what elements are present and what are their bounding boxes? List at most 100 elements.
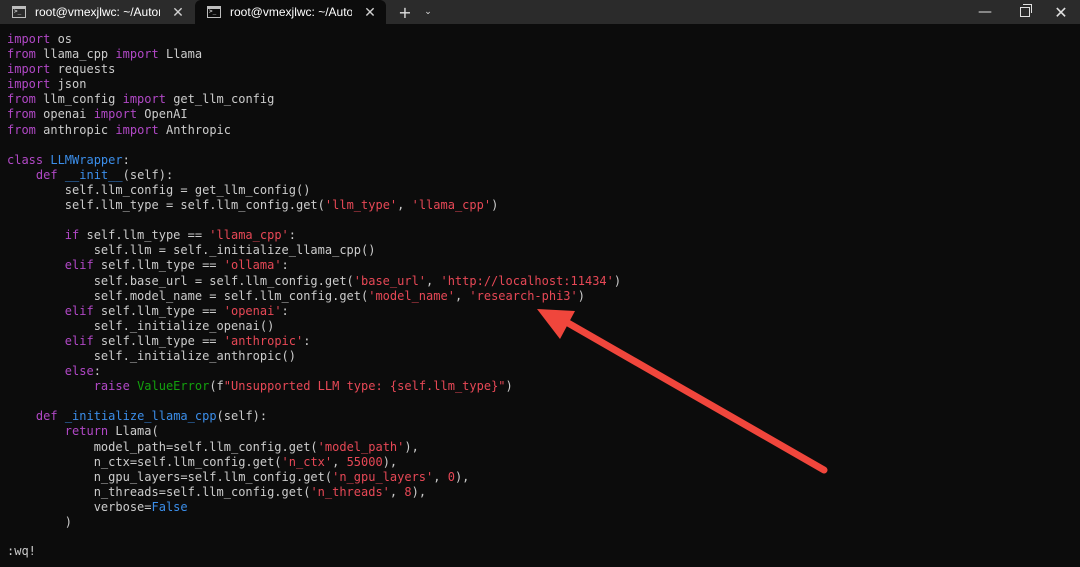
code-token: def bbox=[35, 167, 58, 182]
code-token: 'llama_cpp' bbox=[209, 228, 289, 243]
code-token: 'research-phi3' bbox=[469, 288, 578, 303]
code-line: raise ValueError(f"Unsupported LLM type:… bbox=[7, 379, 621, 394]
code-token: ) bbox=[505, 379, 513, 394]
code-token: , bbox=[389, 484, 405, 499]
code-line: self.base_url = self.llm_config.get('bas… bbox=[7, 274, 621, 289]
code-line: import json bbox=[7, 77, 621, 92]
code-token: ValueError bbox=[137, 379, 210, 394]
code-token: , bbox=[332, 454, 347, 469]
code-editor-buffer[interactable]: import os from llama_cpp import Llama impo… bbox=[7, 32, 621, 530]
code-line: ) bbox=[7, 515, 621, 530]
terminal-icon bbox=[12, 6, 26, 18]
code-token: : bbox=[288, 228, 297, 243]
code-line: self.model_name = self.llm_config.get('m… bbox=[7, 289, 621, 304]
code-token: ), bbox=[382, 454, 398, 469]
code-token: : bbox=[122, 152, 130, 167]
close-window-button[interactable]: ✕ bbox=[1046, 0, 1076, 24]
code-token: get_llm_config bbox=[165, 92, 275, 107]
code-token: Anthropic bbox=[158, 122, 231, 137]
tab-close-icon[interactable]: ✕ bbox=[168, 4, 188, 21]
code-token: 'anthropic' bbox=[223, 333, 304, 348]
code-token: def bbox=[35, 409, 58, 424]
code-line: def __init__(self): bbox=[7, 168, 621, 183]
code-token: self.llm_type == bbox=[93, 258, 224, 273]
code-token: from bbox=[7, 47, 36, 62]
code-token: n_ctx=self.llm_config.get( bbox=[7, 454, 282, 469]
code-token: 'base_url' bbox=[353, 273, 427, 288]
code-token: n_threads=self.llm_config.get( bbox=[7, 484, 311, 499]
code-token: 'n_threads' bbox=[310, 484, 390, 499]
code-line: n_threads=self.llm_config.get('n_threads… bbox=[7, 485, 621, 500]
code-token: 'openai' bbox=[223, 303, 282, 318]
code-token: import bbox=[115, 122, 159, 137]
code-line: n_gpu_layers=self.llm_config.get('n_gpu_… bbox=[7, 470, 621, 485]
code-token: 'model_path' bbox=[317, 439, 405, 454]
code-token: self._initialize_anthropic() bbox=[7, 348, 296, 363]
tab-terminal-2[interactable]: root@vmexjlwc: ~/Automated ✕ bbox=[195, 0, 386, 24]
code-token: : bbox=[93, 364, 101, 379]
code-token: from bbox=[7, 92, 36, 107]
code-token: import bbox=[122, 92, 166, 107]
restore-icon bbox=[1020, 4, 1032, 17]
code-token: verbose= bbox=[7, 499, 152, 514]
code-token: False bbox=[151, 499, 188, 514]
code-token: import bbox=[7, 32, 51, 46]
code-line: self.llm = self._initialize_llama_cpp() bbox=[7, 243, 621, 258]
code-token: json bbox=[50, 77, 87, 92]
code-line: from anthropic import Anthropic bbox=[7, 123, 621, 138]
code-token: self.llm_type == bbox=[93, 333, 224, 348]
code-token: self.llm = self._initialize_llama_cpp() bbox=[7, 243, 376, 258]
chevron-down-icon[interactable]: ⌄ bbox=[418, 0, 438, 24]
title-bar: root@vmexjlwc: ~/Automated ✕ root@vmexjl… bbox=[0, 0, 1080, 24]
code-line: return Llama( bbox=[7, 424, 621, 439]
tab-terminal-1[interactable]: root@vmexjlwc: ~/Automated ✕ bbox=[0, 0, 194, 24]
code-token: os bbox=[50, 32, 73, 46]
code-token: ), bbox=[404, 439, 419, 454]
code-token: self._initialize_openai() bbox=[7, 318, 275, 333]
code-line: from llama_cpp import Llama bbox=[7, 47, 621, 62]
tab-title: root@vmexjlwc: ~/Automated bbox=[230, 5, 352, 19]
code-token: n_gpu_layers=self.llm_config.get( bbox=[7, 469, 333, 484]
code-token: , bbox=[433, 469, 448, 484]
restore-button[interactable] bbox=[1010, 0, 1040, 24]
code-token: self.llm_type = self.llm_config.get( bbox=[7, 198, 325, 213]
code-token: elif bbox=[64, 258, 94, 273]
code-token: if bbox=[64, 228, 80, 243]
code-line: self._initialize_anthropic() bbox=[7, 349, 621, 364]
code-token: "Unsupported LLM type: {self.llm_type}" bbox=[223, 379, 506, 394]
code-token: Llama( bbox=[108, 424, 159, 439]
code-token: ) bbox=[577, 288, 585, 303]
code-token: requests bbox=[50, 62, 116, 77]
vim-command-line[interactable]: :wq! bbox=[7, 544, 36, 559]
terminal-pane[interactable]: import os from llama_cpp import Llama impo… bbox=[0, 24, 1080, 567]
code-line: from llm_config import get_llm_config bbox=[7, 92, 621, 107]
code-token: 55000 bbox=[346, 454, 383, 469]
code-token: llama_cpp bbox=[35, 47, 116, 62]
code-token: 8 bbox=[404, 484, 412, 499]
code-token: __init__ bbox=[64, 167, 123, 182]
new-tab-button[interactable]: + bbox=[394, 0, 416, 24]
code-token: from bbox=[7, 107, 36, 122]
code-line: from openai import OpenAI bbox=[7, 107, 621, 122]
tab-close-icon[interactable]: ✕ bbox=[360, 4, 380, 21]
code-token: import bbox=[7, 77, 51, 92]
code-token: llm_config bbox=[35, 92, 123, 107]
code-token: Llama bbox=[158, 47, 203, 62]
code-token: elif bbox=[64, 303, 94, 318]
code-token: model_path=self.llm_config.get( bbox=[7, 439, 318, 454]
code-token: 'llama_cpp' bbox=[411, 198, 492, 213]
code-token: (self): bbox=[216, 409, 268, 424]
code-line: else: bbox=[7, 364, 621, 379]
minimize-button[interactable]: — bbox=[970, 0, 1000, 24]
code-token: : bbox=[281, 258, 289, 273]
